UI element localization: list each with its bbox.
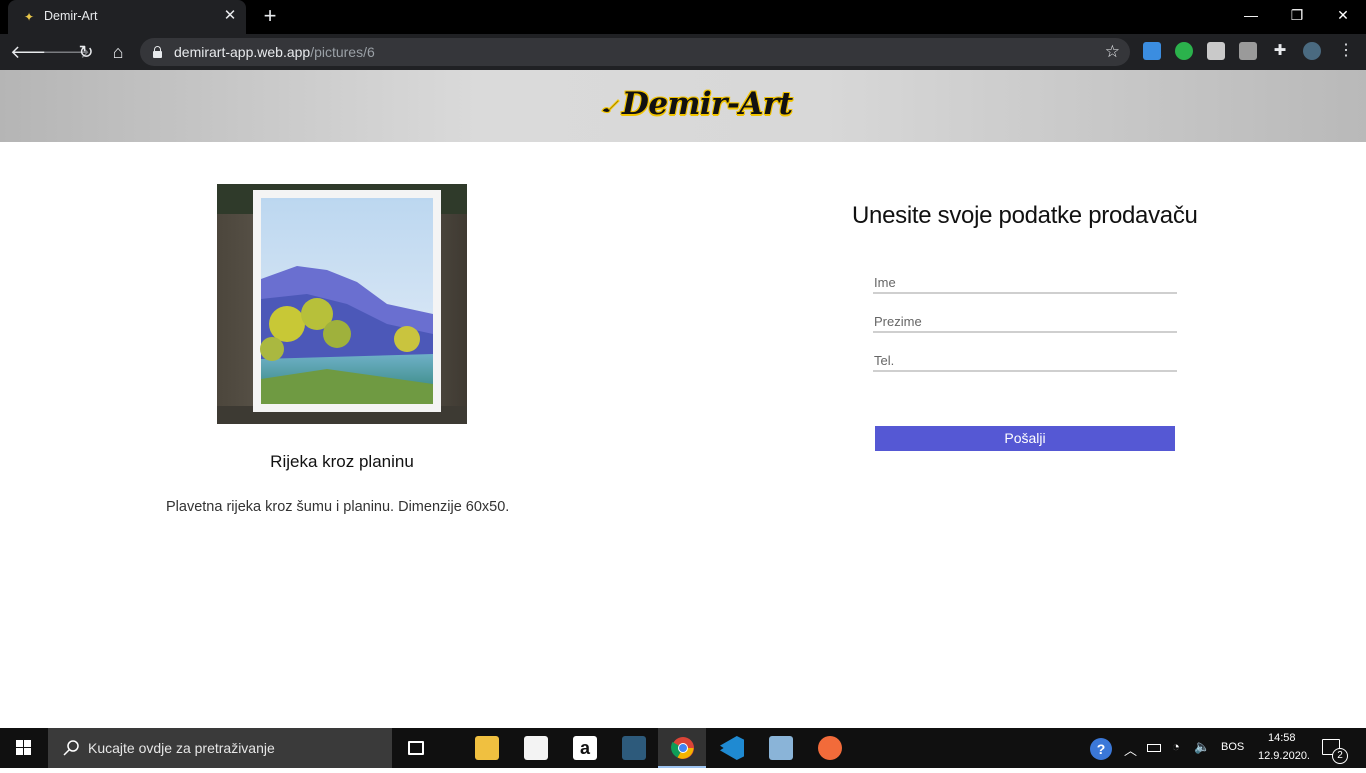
postman-icon xyxy=(818,736,842,760)
check-extension-icon[interactable] xyxy=(1175,42,1193,60)
box-extension-icon[interactable] xyxy=(1239,42,1257,60)
tab-title: Demir-Art xyxy=(44,9,98,23)
painting-image xyxy=(217,184,467,424)
bookmark-star-icon[interactable]: ☆ xyxy=(1105,41,1120,63)
url-text[interactable]: demirart-app.web.app/pictures/6 xyxy=(174,44,375,60)
windows-logo-icon xyxy=(16,740,31,755)
site-header: Demir-Art xyxy=(0,70,1366,142)
first-name-field xyxy=(873,272,1177,294)
amazon-icon: a xyxy=(573,736,597,760)
last-name-field xyxy=(873,311,1177,333)
taskbar-amazon[interactable]: a xyxy=(560,728,608,768)
home-icon[interactable]: ⌂ xyxy=(106,40,130,64)
tray-chevron-up-icon[interactable]: ︿ xyxy=(1124,740,1137,759)
painting-title: Rijeka kroz planinu xyxy=(270,452,414,471)
extensions-puzzle-icon[interactable]: ✚ xyxy=(1271,42,1289,60)
window-minimize-button[interactable]: — xyxy=(1236,4,1266,26)
clock-date[interactable]: 12.9.2020. xyxy=(1258,750,1310,762)
windows-taskbar: Kucajte ovdje za pretraživanje a ? ︿ ◔ 🔈… xyxy=(0,728,1366,768)
taskbar-file-explorer[interactable] xyxy=(462,728,510,768)
new-tab-button[interactable]: + xyxy=(259,5,281,27)
phone-field xyxy=(873,350,1177,372)
tab-close-icon[interactable]: ✕ xyxy=(220,6,240,26)
task-view-icon xyxy=(408,741,424,755)
logo-text: Demir-Art xyxy=(622,86,793,122)
windows-start-button[interactable] xyxy=(0,728,48,768)
back-arrow-icon[interactable]: 🡐 xyxy=(10,40,58,64)
search-placeholder: Kucajte ovdje za pretraživanje xyxy=(88,740,275,756)
wifi-icon[interactable]: ◔ xyxy=(1172,739,1180,754)
browser-toolbar: 🡐 🡒 ↻ ⌂ demirart-app.web.app/pictures/6 … xyxy=(0,34,1366,70)
workbench-icon xyxy=(622,736,646,760)
forward-arrow-icon[interactable]: 🡒 xyxy=(42,40,90,64)
paintbrush-icon xyxy=(601,99,620,114)
task-view-button[interactable] xyxy=(392,728,440,768)
profile-avatar[interactable] xyxy=(1303,42,1321,60)
taskbar-chrome[interactable] xyxy=(658,728,706,768)
chrome-icon xyxy=(671,737,694,759)
painting-description: Plavetna rijeka kroz šumu i planinu. Dim… xyxy=(166,499,510,515)
site-favicon-icon: ✦ xyxy=(23,10,35,24)
reload-icon[interactable]: ↻ xyxy=(74,40,98,64)
submit-button[interactable]: Pošalji xyxy=(875,426,1175,451)
browser-tab[interactable]: ✦ Demir-Art ✕ xyxy=(8,0,246,34)
download-extension-icon[interactable] xyxy=(1143,42,1161,60)
menu-kebab-icon[interactable]: ⋮ xyxy=(1337,42,1355,60)
lock-icon xyxy=(153,46,162,58)
language-indicator[interactable]: BOS xyxy=(1221,741,1244,753)
search-icon xyxy=(63,740,79,756)
clock-time[interactable]: 14:58 xyxy=(1268,732,1296,744)
battery-icon[interactable] xyxy=(1147,744,1161,752)
address-bar[interactable]: demirart-app.web.app/pictures/6 ☆ xyxy=(140,38,1130,66)
window-restore-button[interactable]: ❐ xyxy=(1282,4,1312,26)
window-close-button[interactable]: ✕ xyxy=(1328,4,1358,26)
phone-input[interactable] xyxy=(873,350,1177,370)
browser-tab-strip: ✦ Demir-Art ✕ + — ❐ ✕ xyxy=(0,0,1366,34)
last-name-input[interactable] xyxy=(873,311,1177,331)
store-bag-icon xyxy=(524,736,548,760)
taskbar-virtualbox[interactable] xyxy=(756,728,804,768)
cube-icon xyxy=(769,736,793,760)
notification-count-badge: 2 xyxy=(1332,748,1348,764)
taskbar-postman[interactable] xyxy=(805,728,853,768)
folder-icon xyxy=(475,736,499,760)
first-name-input[interactable] xyxy=(873,272,1177,292)
form-title: Unesite svoje podatke prodavaču xyxy=(852,202,1198,229)
vscode-icon xyxy=(720,736,744,760)
taskbar-search-box[interactable]: Kucajte ovdje za pretraživanje xyxy=(48,728,392,768)
volume-icon[interactable]: 🔈 xyxy=(1194,739,1210,755)
print-extension-icon[interactable] xyxy=(1207,42,1225,60)
taskbar-mysql-workbench[interactable] xyxy=(609,728,657,768)
taskbar-vscode[interactable] xyxy=(707,728,755,768)
help-icon[interactable]: ? xyxy=(1090,738,1112,760)
taskbar-store[interactable] xyxy=(511,728,559,768)
